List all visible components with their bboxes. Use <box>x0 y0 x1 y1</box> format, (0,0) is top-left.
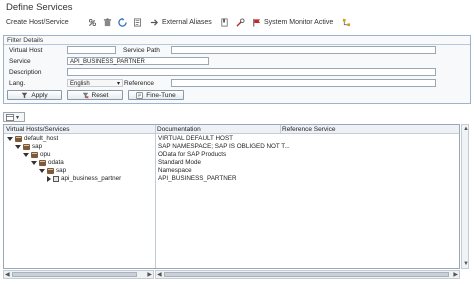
expand-icon[interactable] <box>15 145 21 149</box>
filter-details-title: Filter Details <box>7 37 44 44</box>
application-toolbar: Create Host/Service External Aliases Sys… <box>0 14 474 30</box>
bookmark-icon <box>221 18 228 26</box>
tools-icon <box>236 17 245 27</box>
settings-button[interactable] <box>342 14 351 30</box>
documentation-cell: OData for SAP Products <box>158 151 227 158</box>
folder-icon <box>39 160 46 166</box>
external-aliases-button[interactable]: External Aliases <box>150 14 212 30</box>
document-icon <box>133 18 142 26</box>
apply-button[interactable]: Apply <box>7 90 62 100</box>
apply-label: Apply <box>31 91 48 99</box>
layout-icon[interactable] <box>6 114 14 121</box>
refresh-icon <box>118 17 127 27</box>
scroll-right-icon[interactable]: ▶ <box>147 272 152 278</box>
system-monitor-label: System Monitor Active <box>264 18 334 26</box>
flag-icon <box>253 18 261 27</box>
column-header-hosts[interactable]: Virtual Hosts/Services <box>4 125 155 134</box>
page-title: Define Services <box>6 2 73 13</box>
scroll-thumb[interactable] <box>164 272 449 277</box>
filter-icon <box>22 92 28 98</box>
tree-row[interactable]: api_business_partner API_BUSINESS_PARTNE… <box>4 175 459 183</box>
trash-icon <box>103 17 112 26</box>
service-icon <box>53 176 59 182</box>
scroll-down-icon[interactable]: ▼ <box>463 261 469 267</box>
arrow-right-icon <box>150 18 159 26</box>
external-aliases-label: External Aliases <box>162 18 212 26</box>
horizontal-scrollbar-left[interactable]: ◀ ▶ <box>3 270 154 279</box>
folder-icon <box>15 136 22 142</box>
filter-details-panel: Filter Details Virtual Host Service Path… <box>3 35 471 104</box>
folder-icon <box>47 168 54 174</box>
collapse-icon[interactable] <box>47 176 51 182</box>
horizontal-scrollbar-right[interactable]: ◀ ▶ <box>155 270 460 279</box>
system-monitor-button[interactable]: System Monitor Active <box>252 14 333 30</box>
fine-tune-label: Fine-Tune <box>146 91 176 99</box>
documentation-cell: SAP NAMESPACE; SAP IS OBLIGED NOT T... <box>158 143 290 150</box>
lang-select[interactable]: English ▾ <box>67 79 123 87</box>
tree-node-label: default_host <box>24 135 59 142</box>
column-header-reference[interactable]: Reference Service <box>280 125 459 134</box>
tree-toolbar: ▾ <box>3 112 25 122</box>
tree-node-label: sap <box>56 167 67 174</box>
description-label: Description <box>9 69 42 76</box>
lang-label: Lang. <box>9 80 26 87</box>
expand-icon[interactable] <box>31 161 37 165</box>
vertical-scrollbar[interactable]: ▲ ▼ <box>461 124 469 269</box>
column-divider <box>280 125 281 134</box>
reference-input[interactable] <box>171 79 436 87</box>
tree-row[interactable]: odata Standard Mode <box>4 159 459 167</box>
layout-dropdown-icon[interactable]: ▾ <box>16 114 19 121</box>
folder-icon <box>23 144 30 150</box>
tree-row[interactable]: opu OData for SAP Products <box>4 151 459 159</box>
filter-reset-icon <box>82 92 89 99</box>
bookmark-button[interactable] <box>220 14 229 30</box>
fine-tune-icon <box>136 91 143 99</box>
documentation-cell: API_BUSINESS_PARTNER <box>158 175 237 182</box>
virtual-host-label: Virtual Host <box>9 47 43 54</box>
scroll-up-icon[interactable]: ▲ <box>463 126 469 132</box>
tree-row[interactable]: default_host VIRTUAL DEFAULT HOST <box>4 135 459 143</box>
documentation-cell: VIRTUAL DEFAULT HOST <box>158 135 233 142</box>
reset-label: Reset <box>91 91 109 99</box>
service-path-input[interactable] <box>171 46 436 54</box>
tools-button[interactable] <box>236 14 245 30</box>
column-header-documentation[interactable]: Documentation <box>155 125 280 134</box>
expand-icon[interactable] <box>23 153 29 157</box>
reference-label: Reference <box>124 80 154 87</box>
refresh-button[interactable] <box>118 14 127 30</box>
tree-node-label: sap <box>32 143 43 150</box>
tree-node-label: opu <box>40 151 51 158</box>
display-button[interactable] <box>133 14 142 30</box>
panel-divider <box>4 44 470 45</box>
expand-icon[interactable] <box>7 137 13 141</box>
tree-node-label: odata <box>48 159 64 166</box>
pencil-glasses-icon <box>88 18 97 26</box>
create-host-service-button[interactable]: Create Host/Service <box>6 14 69 30</box>
expand-icon[interactable] <box>39 169 45 173</box>
tree-row[interactable]: sap SAP NAMESPACE; SAP IS OBLIGED NOT T.… <box>4 143 459 151</box>
service-input[interactable]: API_BUSINESS_PARTNER <box>67 57 209 65</box>
tree-row[interactable]: sap Namespace <box>4 167 459 175</box>
services-tree: Virtual Hosts/Services Documentation Ref… <box>3 124 460 269</box>
folder-icon <box>31 152 38 158</box>
lang-select-value: English <box>70 81 90 87</box>
description-input[interactable] <box>67 68 436 76</box>
service-path-label: Service Path <box>123 47 160 54</box>
tree-node-label: api_business_partner <box>61 175 122 182</box>
chevron-down-icon: ▾ <box>116 81 120 87</box>
fine-tune-button[interactable]: Fine-Tune <box>128 90 184 100</box>
structure-icon <box>342 18 351 26</box>
delete-button[interactable] <box>103 14 112 30</box>
documentation-cell: Standard Mode <box>158 159 202 166</box>
scroll-right-icon[interactable]: ▶ <box>453 272 458 278</box>
documentation-cell: Namespace <box>158 167 192 174</box>
edit-button[interactable] <box>88 14 97 30</box>
virtual-host-input[interactable] <box>67 46 116 54</box>
service-label: Service <box>9 58 31 65</box>
create-host-service-label: Create Host/Service <box>6 18 69 26</box>
scroll-left-icon[interactable]: ◀ <box>5 272 10 278</box>
reset-button[interactable]: Reset <box>67 90 123 100</box>
scroll-left-icon[interactable]: ◀ <box>157 272 162 278</box>
scroll-thumb[interactable] <box>12 272 137 277</box>
